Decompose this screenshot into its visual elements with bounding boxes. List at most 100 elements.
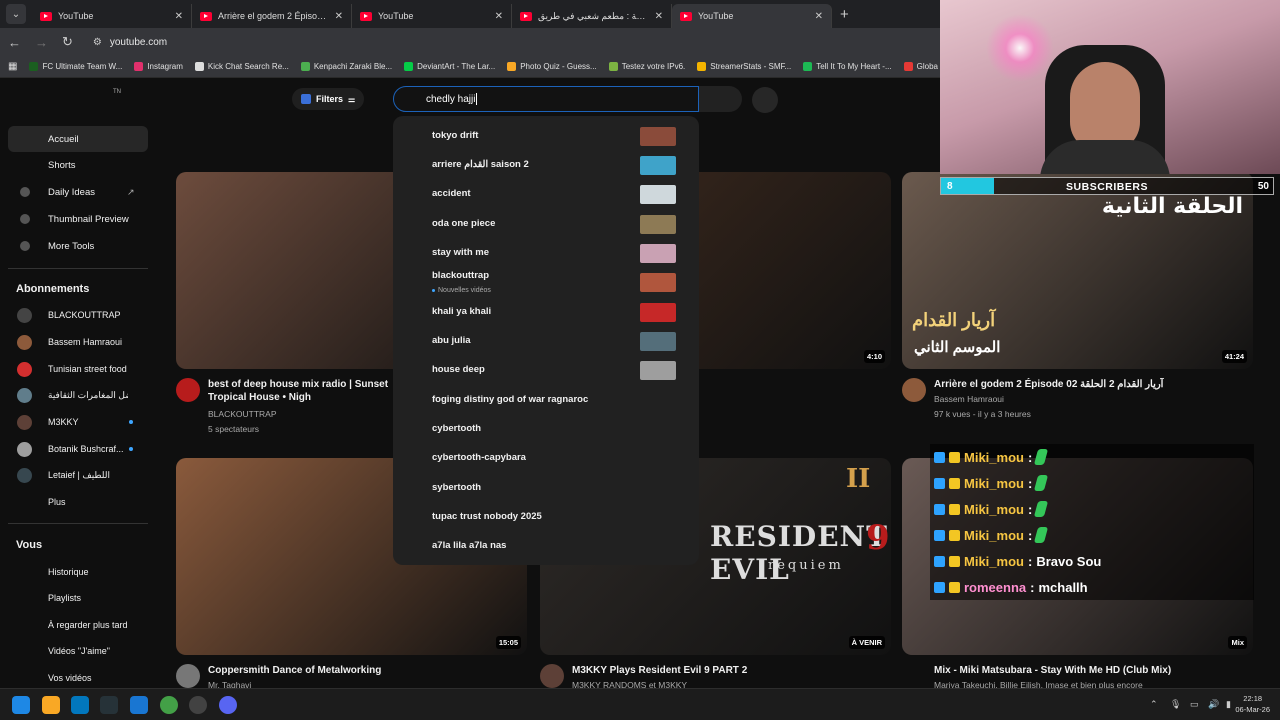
bookmark-item[interactable]: Globa [903, 62, 938, 71]
close-icon[interactable]: ✕ [495, 11, 503, 22]
channel-avatar[interactable] [176, 378, 200, 402]
search-suggestion[interactable]: abu julia [393, 327, 699, 356]
chrome-icon[interactable] [160, 696, 178, 714]
browser-tab[interactable]: البرمة : مطعم شعبي في طريق ✕ [512, 4, 672, 28]
tab-title: Arrière el godem 2 Épisode 02 [218, 11, 329, 21]
search-suggestion[interactable]: accident [393, 180, 699, 209]
sidebar-item-daily-ideas[interactable]: Daily Ideas ↗ [8, 179, 148, 205]
search-button[interactable] [699, 86, 742, 112]
search-suggestion[interactable]: cybertooth [393, 415, 699, 444]
channel-avatar[interactable] [540, 664, 564, 688]
volume-icon[interactable]: 🔊 [1208, 699, 1219, 710]
voice-search-button[interactable] [752, 87, 778, 113]
close-icon[interactable]: ✕ [655, 11, 663, 22]
app-icon[interactable] [130, 696, 148, 714]
subscription-item[interactable]: Botanik Bushcraf... [8, 436, 148, 462]
sidebar-item-you[interactable]: À regarder plus tard [8, 612, 148, 638]
chat-badge-icon [934, 451, 945, 463]
bookmark-label: Kick Chat Search Re... [207, 62, 289, 71]
video-title[interactable]: M3KKY Plays Resident Evil 9 PART 2 [572, 664, 890, 677]
outlook-icon[interactable] [71, 696, 89, 714]
search-suggestion[interactable]: tupac trust nobody 2025 [393, 503, 699, 532]
thumbnail-overlay-subtitle: requiem [768, 558, 844, 573]
channel-avatar[interactable] [176, 664, 200, 688]
sidebar-item-accueil[interactable]: Accueil [8, 126, 148, 152]
bookmark-item[interactable]: Instagram [134, 62, 183, 71]
suggestion-thumbnail [640, 156, 676, 175]
reload-icon[interactable]: ↻ [62, 34, 73, 50]
subscription-item[interactable]: Tunisian street food [8, 356, 148, 382]
video-meta: 5 spectateurs [208, 424, 260, 434]
filters-button[interactable]: Filters ⚌ [292, 88, 364, 110]
forward-arrow-icon[interactable]: → [35, 35, 48, 50]
close-icon[interactable]: ✕ [815, 11, 823, 22]
channel-avatar[interactable] [902, 378, 926, 402]
sidebar-item-label: Accueil [48, 133, 79, 145]
sidebar-item-you[interactable]: Historique [8, 559, 148, 585]
browser-tab-active[interactable]: YouTube ✕ [672, 4, 832, 28]
search-suggestion[interactable]: a7la lila a7la nas [393, 532, 699, 561]
search-input[interactable]: chedly hajji [393, 86, 699, 112]
battery-icon[interactable]: ▮ [1226, 699, 1231, 710]
microphone-icon[interactable]: 🎙 [1170, 699, 1181, 710]
site-info-icon[interactable]: ⚙ [93, 37, 102, 48]
back-arrow-icon[interactable]: ← [8, 35, 21, 50]
subscription-item[interactable]: Letaief | اللطيف [8, 462, 148, 488]
browser-tab[interactable]: Arrière el godem 2 Épisode 02 ✕ [192, 4, 352, 28]
close-icon[interactable]: ✕ [335, 11, 343, 22]
you-heading: Vous [16, 539, 43, 551]
search-suggestion[interactable]: arriere القدام saison 2 [393, 151, 699, 180]
search-suggestion[interactable]: house deep [393, 356, 699, 385]
video-title[interactable]: best of deep house mix radio | Sunset Tr… [208, 378, 396, 404]
bookmark-item[interactable]: FC Ultimate Team W... [29, 62, 122, 71]
chevron-up-icon[interactable]: ⌃ [1150, 699, 1158, 710]
suggestion-text: tokyo drift [432, 130, 479, 141]
search-suggestion[interactable]: sybertooth [393, 474, 699, 503]
sidebar-item-plus[interactable]: Plus [8, 489, 148, 515]
steam-icon[interactable] [100, 696, 118, 714]
sidebar-item-you[interactable]: Vidéos "J'aime" [8, 638, 148, 664]
file-explorer-icon[interactable] [42, 696, 60, 714]
browser-tab[interactable]: YouTube ✕ [352, 4, 512, 28]
browser-tab[interactable]: YouTube ✕ [32, 4, 192, 28]
suggestion-text: tupac trust nobody 2025 [432, 511, 542, 522]
sidebar-item-shorts[interactable]: Shorts [8, 152, 148, 178]
sidebar-item-you[interactable]: Playlists [8, 585, 148, 611]
sidebar-item-thumbnail-preview[interactable]: Thumbnail Preview [8, 206, 148, 232]
video-thumbnail[interactable]: الحلقة الثانية آريار القدام الموسم الثاني 4… [902, 172, 1253, 369]
search-suggestion[interactable]: foging distiny god of war ragnaroc [393, 386, 699, 415]
search-suggestion[interactable]: cybertooth-capybara [393, 444, 699, 473]
search-suggestion[interactable]: tokyo drift [393, 122, 699, 151]
search-suggestion[interactable]: oda one piece [393, 210, 699, 239]
url-bar[interactable]: ⚙ youtube.com [87, 31, 920, 53]
bookmark-item[interactable]: Kenpachi Zaraki Ble... [300, 62, 392, 71]
search-suggestion[interactable]: blackouttrap Nouvelles vidéos [393, 268, 699, 297]
video-title[interactable]: Coppersmith Dance of Metalworking [208, 664, 526, 677]
obs-icon[interactable] [189, 696, 207, 714]
sidebar-item-more-tools[interactable]: More Tools [8, 233, 148, 259]
bookmark-item[interactable]: Tell It To My Heart -... [803, 62, 892, 71]
new-tab-button[interactable]: + [840, 6, 849, 23]
network-icon[interactable]: ▭ [1190, 699, 1199, 710]
bookmark-item[interactable]: DeviantArt - The Lar... [404, 62, 495, 71]
discord-icon[interactable] [219, 696, 237, 714]
apps-grid-icon[interactable]: ▦ [8, 61, 17, 72]
tab-search-button[interactable]: ⌄ [6, 4, 26, 24]
clock[interactable]: 22:18 06-Mar-26 [1235, 693, 1270, 715]
search-suggestion[interactable]: stay with me [393, 239, 699, 268]
video-title[interactable]: Mix - Miki Matsubara - Stay With Me HD (… [934, 664, 1252, 677]
video-channel-name[interactable]: BLACKOUTTRAP [208, 408, 277, 421]
subscription-item[interactable]: افضل المغامرات الثقافية [8, 382, 148, 408]
subscription-item[interactable]: Bassem Hamraoui [8, 329, 148, 355]
windows-start-icon[interactable] [12, 696, 30, 714]
bookmark-item[interactable]: Photo Quiz - Guess... [507, 62, 597, 71]
subscription-item[interactable]: BLACKOUTTRAP [8, 302, 148, 328]
bookmark-item[interactable]: StreamerStats - SMF... [697, 62, 791, 71]
bookmark-item[interactable]: Kick Chat Search Re... [194, 62, 289, 71]
video-channel-name[interactable]: Bassem Hamraoui [934, 393, 1004, 406]
video-title[interactable]: Arrière el godem 2 Épisode 02 آريار القد… [934, 378, 1252, 391]
bookmark-item[interactable]: Testez votre IPv6. [608, 62, 685, 71]
close-icon[interactable]: ✕ [175, 11, 183, 22]
subscription-item[interactable]: M3KKY [8, 409, 148, 435]
search-suggestion[interactable]: khali ya khali [393, 298, 699, 327]
